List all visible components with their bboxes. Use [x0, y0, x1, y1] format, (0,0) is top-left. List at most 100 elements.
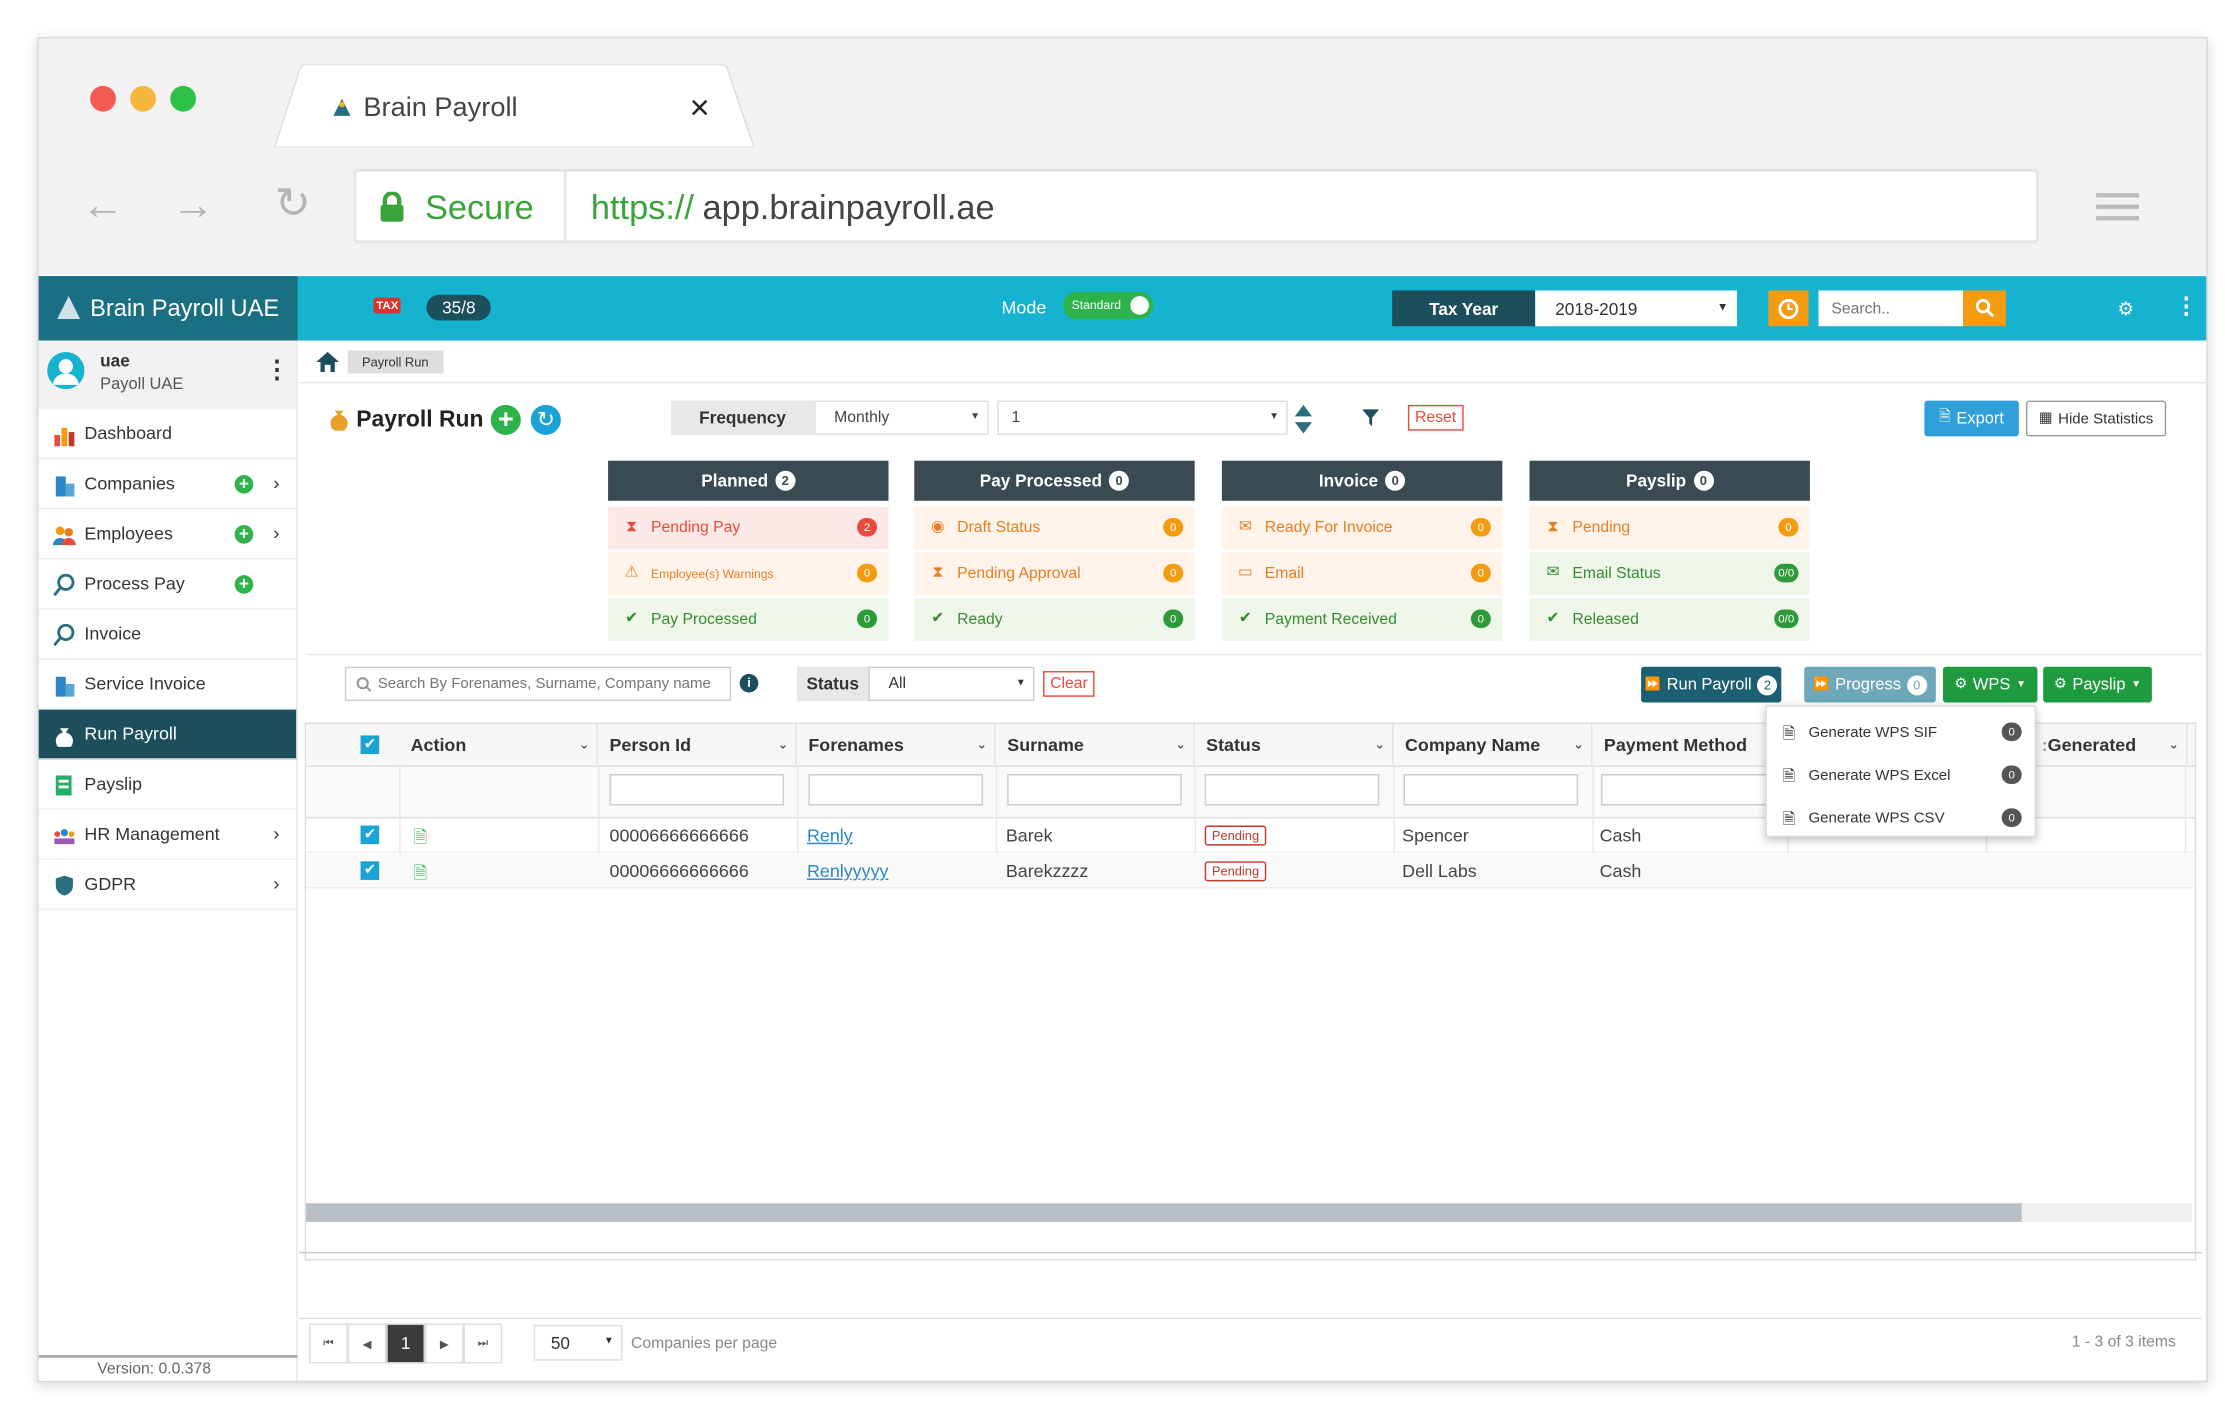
column-header-surname[interactable]: Surname ⌄ [996, 723, 1195, 767]
column-header-company-name[interactable]: Company Name ⌄ [1394, 723, 1593, 767]
chevron-down-icon[interactable]: ⌄ [976, 737, 987, 753]
brand-area[interactable]: Brain Payroll UAE [38, 276, 298, 341]
chevron-right-icon[interactable]: › [273, 522, 279, 543]
add-payroll-button[interactable]: + [490, 404, 521, 435]
next-page-button[interactable]: ▶ [424, 1323, 464, 1364]
stat-payment-received[interactable]: ✔ Payment Received 0 [1221, 598, 1503, 641]
period-select[interactable]: 1 ▼ [997, 400, 1288, 435]
more-vertical-icon[interactable]: ⋮ [2175, 292, 2198, 321]
cell-forenames-link[interactable]: Renlyyyyy [807, 861, 889, 881]
browser-menu-icon[interactable] [2096, 190, 2140, 221]
chevron-down-icon[interactable]: ⌄ [2168, 737, 2179, 753]
chevron-down-icon[interactable]: ⌄ [1573, 737, 1584, 753]
refresh-button[interactable]: ↻ [530, 404, 561, 435]
add-company-icon[interactable]: + [234, 474, 254, 494]
tax-year-select[interactable]: 2018-2019 ▼ [1535, 290, 1737, 327]
export-button[interactable]: 🗎 Export [1924, 400, 2019, 437]
chevron-down-icon[interactable]: ⌄ [778, 737, 789, 753]
clock-button[interactable] [1768, 290, 1809, 327]
sidebar-item-gdpr[interactable]: GDPR › [38, 860, 297, 910]
filter-payment-method[interactable] [1601, 774, 1776, 806]
maximize-window-dot[interactable] [170, 85, 197, 112]
sidebar-item-companies[interactable]: Companies + › [38, 459, 297, 510]
search-input[interactable] [1818, 290, 1964, 327]
column-header-status[interactable]: Status ⌄ [1195, 723, 1394, 767]
add-employee-icon[interactable]: + [234, 524, 254, 544]
minimize-window-dot[interactable] [130, 85, 156, 112]
sidebar-item-dashboard[interactable]: Dashboard [38, 409, 297, 460]
stat-payslip-pending[interactable]: ⧗ Pending 0 [1529, 506, 1810, 550]
period-stepper[interactable] [1293, 403, 1313, 434]
column-header-generated[interactable]: : Generated ⌄ [2030, 723, 2188, 767]
wps-menu-item-csv[interactable]: 🗎 Generate WPS CSV 0 [1767, 796, 2037, 839]
settings-cog-icon[interactable]: ⚙ [2118, 298, 2135, 321]
filter-company[interactable] [1403, 774, 1579, 806]
sidebar-item-service-invoice[interactable]: Service Invoice [38, 660, 297, 710]
edit-document-icon[interactable]: 🗎 [413, 824, 427, 854]
chevron-down-icon[interactable]: ⌄ [1374, 737, 1385, 753]
wps-menu-item-excel[interactable]: 🗎 Generate WPS Excel 0 [1767, 753, 2037, 796]
select-all-checkbox[interactable]: ✔ [360, 735, 380, 755]
column-header-payment-method[interactable]: Payment Method [1592, 723, 1792, 767]
column-header-forenames[interactable]: Forenames ⌄ [797, 723, 996, 767]
sidebar-item-employees[interactable]: Employees + › [38, 509, 297, 560]
stat-ready-for-invoice[interactable]: ✉ Ready For Invoice 0 [1221, 506, 1503, 550]
progress-button[interactable]: ⏩ Progress 0 [1804, 666, 1936, 703]
mode-toggle[interactable]: Standard [1063, 291, 1154, 320]
chevron-right-icon[interactable]: › [273, 873, 279, 894]
column-header-action[interactable]: Action ⌄ [399, 723, 599, 767]
stat-pay-processed[interactable]: ✔ Pay Processed 0 [608, 598, 889, 641]
filter-surname[interactable] [1007, 774, 1182, 806]
stat-email-status[interactable]: ✉ Email Status 0/0 [1529, 552, 1810, 596]
tab-close-icon[interactable]: × [690, 89, 710, 129]
chevron-down-icon[interactable]: ⌄ [1175, 737, 1186, 753]
filter-icon[interactable] [1362, 409, 1380, 427]
run-payroll-button[interactable]: ⏩ Run Payroll 2 [1641, 666, 1782, 703]
tax-counter[interactable]: 35/8 [426, 294, 492, 321]
clear-button[interactable]: Clear [1043, 671, 1095, 697]
info-icon[interactable]: i [739, 673, 759, 693]
add-process-pay-icon[interactable]: + [234, 574, 254, 594]
filter-status[interactable] [1204, 774, 1380, 806]
user-menu-icon[interactable]: ⋮ [265, 356, 289, 385]
wps-menu-item-sif[interactable]: 🗎 Generate WPS SIF 0 [1767, 710, 2037, 753]
user-panel[interactable]: uae Payoll UAE ⋮ [38, 340, 297, 410]
home-icon[interactable] [316, 351, 340, 373]
page-size-select[interactable]: 50 ▼ [533, 1324, 623, 1361]
stat-draft-status[interactable]: ◉ Draft Status 0 [914, 506, 1195, 550]
hide-statistics-button[interactable]: ▦ Hide Statistics [2025, 400, 2167, 437]
last-page-button[interactable]: ⏭ [463, 1323, 503, 1364]
stat-released[interactable]: ✔ Released 0/0 [1529, 598, 1810, 641]
stat-employee-warnings[interactable]: ⚠ Employee(s) Warnings 0 [608, 552, 889, 596]
cell-forenames-link[interactable]: Renly [807, 826, 853, 846]
wps-button[interactable]: ⚙ WPS ▼ [1942, 666, 2038, 703]
sidebar-item-hr-management[interactable]: HR Management › [38, 810, 297, 860]
browser-tab[interactable]: Brain Payroll × [274, 64, 755, 148]
sidebar-item-invoice[interactable]: Invoice [38, 610, 297, 660]
stat-pending-pay[interactable]: ⧗ Pending Pay 2 [608, 506, 889, 550]
address-bar[interactable]: Secure https:// app.brainpayroll.ae [353, 168, 2039, 244]
row-checkbox[interactable]: ✔ [360, 861, 380, 880]
sidebar-item-payslip[interactable]: Payslip [38, 760, 297, 810]
chevron-right-icon[interactable]: › [273, 472, 279, 493]
edit-document-icon[interactable]: 🗎 [413, 860, 427, 890]
grid-search-input[interactable] [377, 671, 727, 697]
prev-page-button[interactable]: ◀ [347, 1323, 387, 1364]
table-row[interactable]: ✔ 🗎 00006666666666 Renlyyyyy Barekzzzz P… [306, 854, 2195, 890]
tax-icon[interactable]: TAX [373, 297, 402, 314]
breadcrumb-current[interactable]: Payroll Run [347, 350, 443, 374]
filter-forenames[interactable] [808, 774, 983, 806]
sidebar-item-process-pay[interactable]: Process Pay + [38, 559, 297, 610]
sidebar-item-run-payroll[interactable]: Run Payroll [38, 709, 297, 760]
filter-person-id[interactable] [609, 774, 785, 806]
first-page-button[interactable]: ⏮ [309, 1323, 348, 1364]
column-header-person-id[interactable]: Person Id ⌄ [598, 723, 797, 767]
row-checkbox[interactable]: ✔ [360, 825, 380, 845]
horizontal-scrollbar[interactable] [306, 1203, 2192, 1222]
reload-icon[interactable]: ↻ [275, 179, 311, 229]
chevron-down-icon[interactable]: ⌄ [579, 737, 590, 753]
search-button[interactable] [1963, 290, 2006, 327]
chevron-right-icon[interactable]: › [273, 823, 279, 844]
current-page-button[interactable]: 1 [386, 1323, 425, 1364]
grid-search-box[interactable] [344, 666, 732, 702]
